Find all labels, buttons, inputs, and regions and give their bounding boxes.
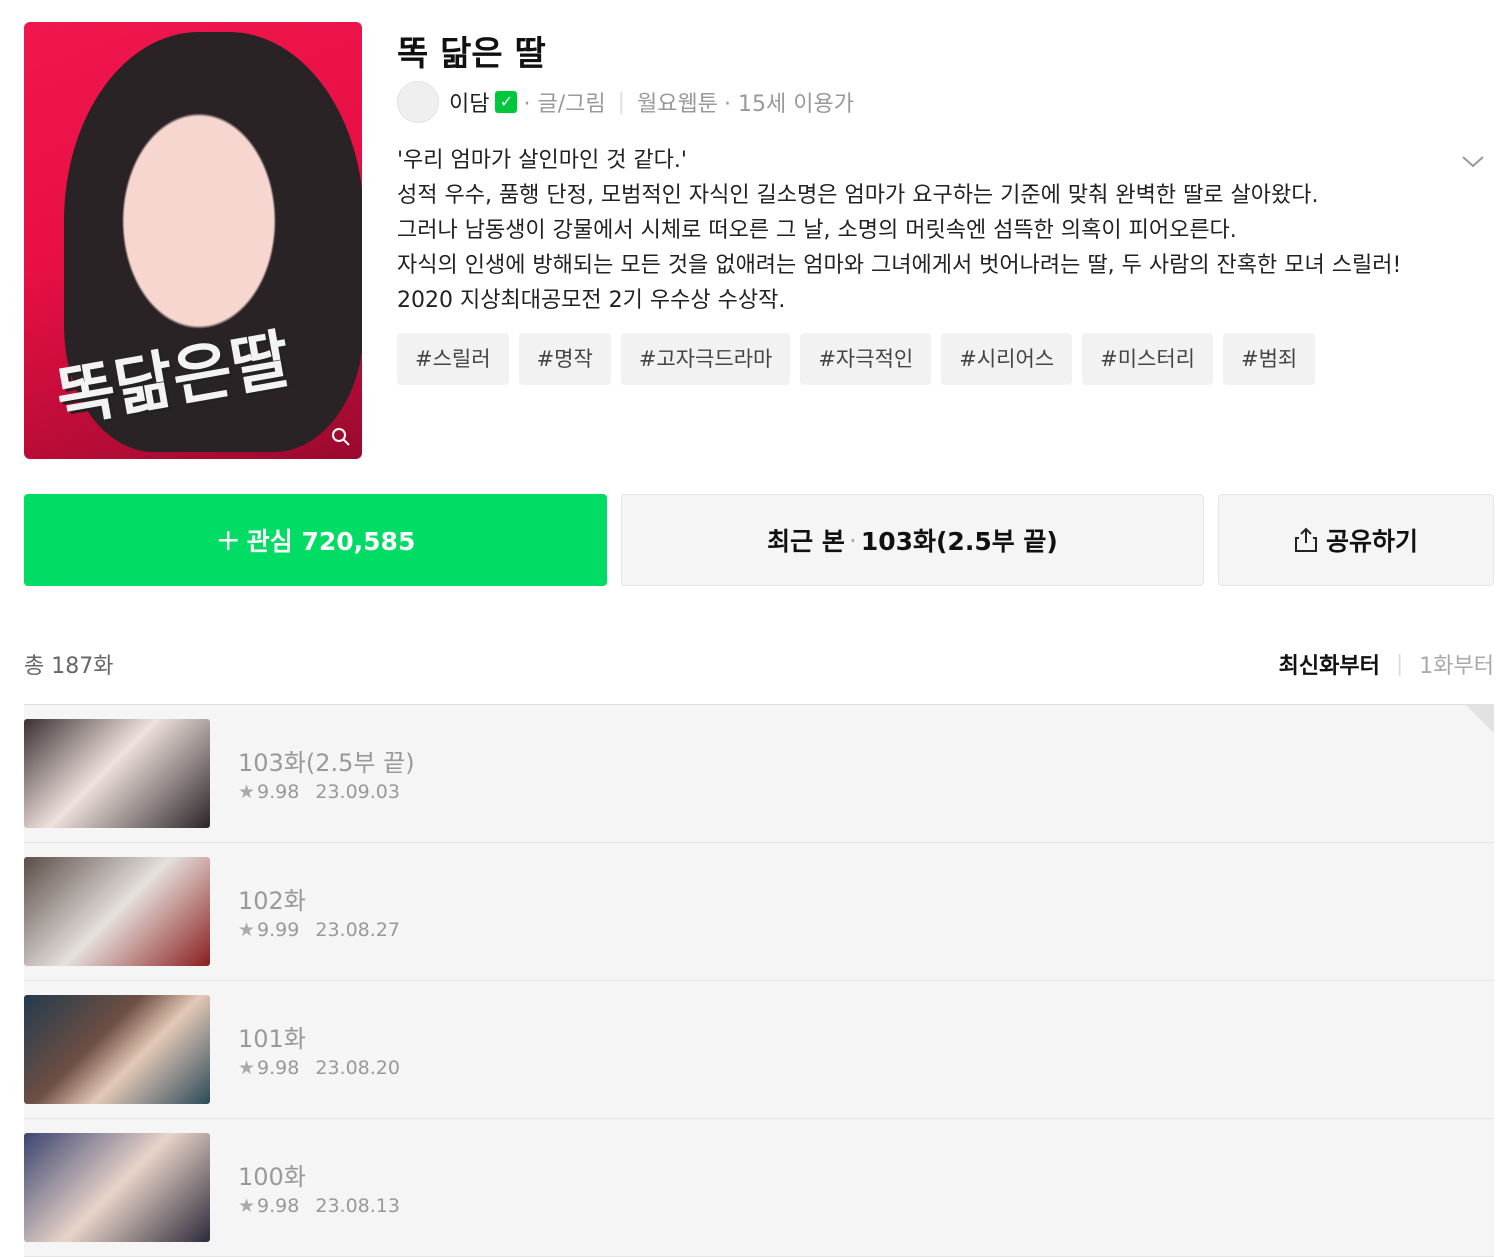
- episode-thumbnail: [24, 857, 210, 966]
- dot-separator: ·: [848, 525, 857, 555]
- tag[interactable]: #명작: [518, 333, 611, 385]
- episode-rating: 9.98: [257, 781, 300, 803]
- star-icon: ★: [238, 919, 256, 941]
- tag[interactable]: #시리어스: [941, 333, 1073, 385]
- chevron-down-icon[interactable]: [1460, 148, 1486, 174]
- favorite-button[interactable]: + 관심 720,585: [24, 494, 607, 586]
- sort-first-button[interactable]: 1화부터: [1419, 648, 1494, 680]
- sort-latest-button[interactable]: 최신화부터: [1279, 648, 1380, 680]
- episode-date: 23.09.03: [315, 781, 400, 803]
- episode-row[interactable]: 102화 ★ 9.99 23.08.27: [24, 843, 1494, 981]
- tag[interactable]: #자극적인: [800, 333, 932, 385]
- episode-rating: 9.98: [257, 1057, 300, 1079]
- recent-episode-label: 103화(2.5부 끝): [860, 527, 1058, 556]
- page-title: 똑 닮은 딸: [397, 34, 546, 74]
- cover-image[interactable]: 똑닮은딸: [24, 22, 362, 459]
- publish-day: 월요웹툰: [637, 92, 718, 117]
- bookmark-corner-icon: [1466, 705, 1494, 733]
- episode-meta: ★ 9.98 23.09.03: [238, 781, 400, 803]
- episode-date: 23.08.13: [315, 1195, 400, 1217]
- author-meta: 이담 ✓ · 글/그림 | 월요웹툰 · 15세 이용가: [397, 81, 854, 123]
- episode-row[interactable]: 103화(2.5부 끝) ★ 9.98 23.09.03: [24, 705, 1494, 843]
- episode-date: 23.08.27: [315, 919, 400, 941]
- episode-meta: ★ 9.99 23.08.27: [238, 919, 400, 941]
- episode-thumbnail: [24, 719, 210, 828]
- verified-icon: ✓: [495, 91, 518, 113]
- episode-rating: 9.99: [257, 919, 300, 941]
- synopsis: '우리 엄마가 살인마인 것 같다.' 성적 우수, 품행 단정, 모범적인 자…: [397, 143, 1457, 318]
- share-label: 공유하기: [1325, 527, 1418, 556]
- author-name[interactable]: 이담: [449, 86, 489, 118]
- episode-count: 총 187화: [24, 654, 114, 679]
- episode-row[interactable]: 101화 ★ 9.98 23.08.20: [24, 981, 1494, 1119]
- recent-episode-button[interactable]: 최근 본 · 103화(2.5부 끝): [621, 494, 1204, 586]
- synopsis-line: 자식의 인생에 방해되는 모든 것을 없애려는 엄마와 그녀에게서 벗어나려는 …: [397, 253, 1402, 278]
- episode-date: 23.08.20: [315, 1057, 400, 1079]
- tag[interactable]: #스릴러: [397, 333, 509, 385]
- tag[interactable]: #미스터리: [1082, 333, 1213, 385]
- synopsis-line: 그러나 남동생이 강물에서 시체로 떠오른 그 날, 소명의 머릿속엔 섬뜩한 …: [397, 218, 1237, 243]
- avatar[interactable]: [397, 81, 439, 123]
- tag-list: #스릴러 #명작 #고자극드라마 #자극적인 #시리어스 #미스터리 #범죄: [397, 333, 1316, 385]
- divider: |: [617, 89, 626, 115]
- share-button[interactable]: 공유하기: [1218, 494, 1494, 586]
- star-icon: ★: [238, 1057, 256, 1079]
- episode-row[interactable]: 100화 ★ 9.98 23.08.13: [24, 1119, 1494, 1257]
- favorite-label: 관심 720,585: [246, 527, 416, 556]
- author-role: · 글/그림: [523, 92, 606, 117]
- synopsis-line: 2020 지상최대공모전 2기 우수상 수상작.: [397, 288, 786, 313]
- episode-list: 103화(2.5부 끝) ★ 9.98 23.09.03 102화 ★ 9.99 23.…: [24, 704, 1494, 1257]
- episode-meta: ★ 9.98 23.08.20: [238, 1057, 400, 1079]
- episode-thumbnail: [24, 1133, 210, 1242]
- sort-options: 최신화부터 | 1화부터: [1279, 648, 1494, 680]
- plus-icon: +: [215, 522, 241, 558]
- share-icon: [1294, 527, 1318, 553]
- star-icon: ★: [238, 781, 256, 803]
- zoom-icon[interactable]: [330, 427, 352, 449]
- tag[interactable]: #고자극드라마: [620, 333, 791, 385]
- episode-thumbnail: [24, 995, 210, 1104]
- episode-title: 100화: [238, 1163, 306, 1191]
- synopsis-line: '우리 엄마가 살인마인 것 같다.': [397, 148, 687, 173]
- episode-title: 103화(2.5부 끝): [238, 749, 415, 777]
- episode-title: 101화: [238, 1025, 306, 1053]
- divider: |: [1395, 651, 1404, 677]
- episode-rating: 9.98: [257, 1195, 300, 1217]
- synopsis-line: 성적 우수, 품행 단정, 모범적인 자식인 길소명은 엄마가 요구하는 기준에…: [397, 183, 1319, 208]
- star-icon: ★: [238, 1195, 256, 1217]
- episode-title: 102화: [238, 887, 306, 915]
- tag[interactable]: #범죄: [1223, 333, 1316, 385]
- age-rating: · 15세 이용가: [724, 92, 854, 117]
- episode-meta: ★ 9.98 23.08.13: [238, 1195, 400, 1217]
- recent-prefix: 최근 본: [767, 527, 845, 556]
